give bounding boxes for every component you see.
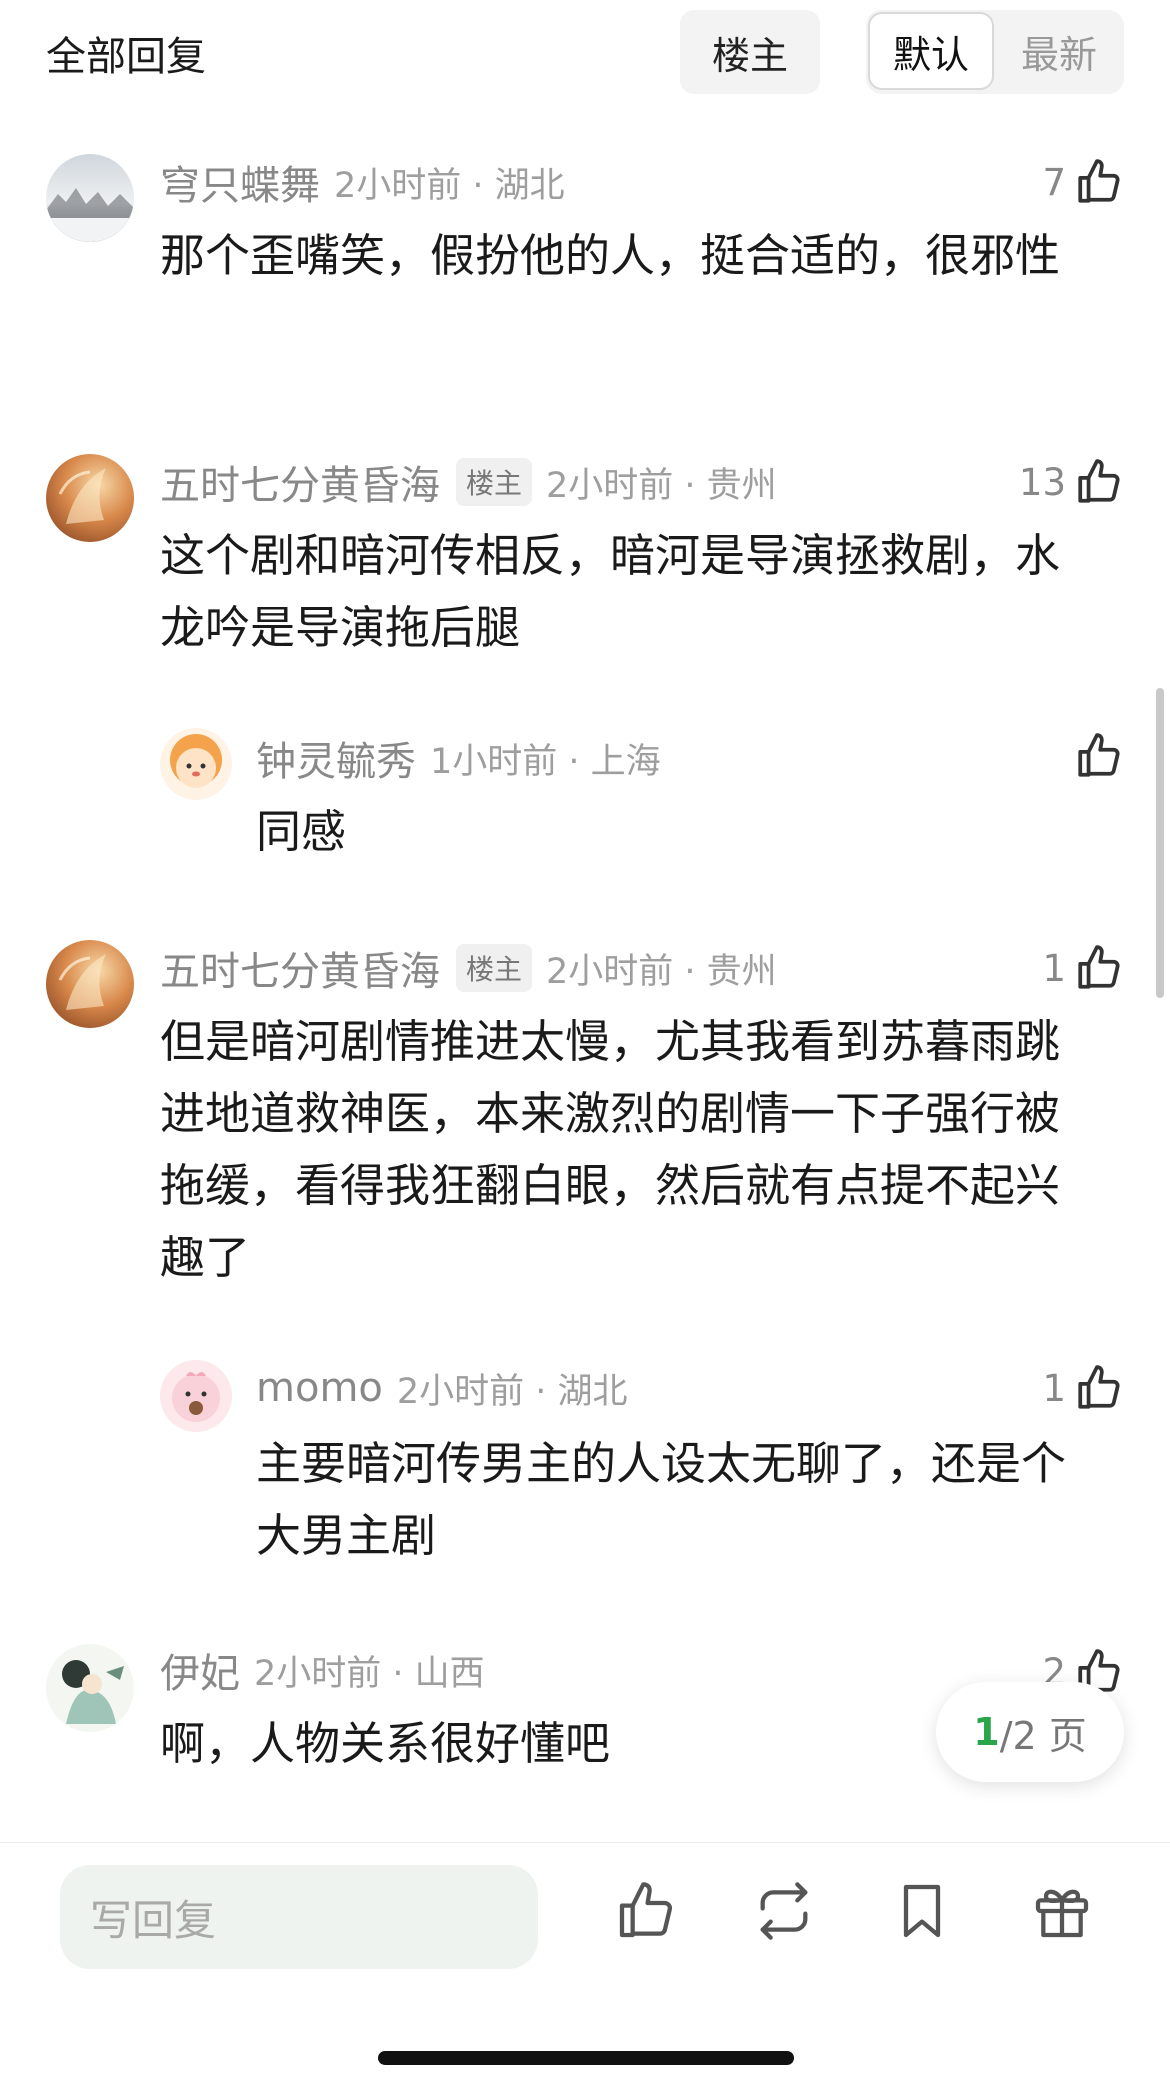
sort-latest-button[interactable]: 最新 xyxy=(996,12,1122,90)
replies-header: 全部回复 楼主 默认 最新 xyxy=(0,0,1170,110)
comment-author[interactable]: 五时七分黄昏海 xyxy=(160,453,440,511)
home-indicator xyxy=(378,2051,794,2065)
like-button[interactable]: 13 xyxy=(980,454,1124,510)
reply-input[interactable]: 写回复 xyxy=(60,1865,538,1969)
comment-text: 啊，人物关系很好懂吧 xyxy=(160,1717,611,1770)
comment-author[interactable]: 五时七分黄昏海 xyxy=(160,939,440,997)
like-button[interactable]: 1 xyxy=(980,940,1124,996)
comment-time-location: 2小时前 · 山西 xyxy=(254,1653,485,1694)
page-total: /2 页 xyxy=(999,1713,1087,1758)
scrollbar-thumb[interactable] xyxy=(1156,688,1164,998)
thumb-up-icon xyxy=(1074,943,1124,993)
comment-time-location: 2小时前 · 贵州 xyxy=(546,951,777,992)
comment-text: 主要暗河传男主的人设太无聊了，还是个大男主剧 xyxy=(256,1437,1067,1562)
like-count: 13 xyxy=(1018,460,1066,504)
page-title: 全部回复 xyxy=(46,34,206,80)
thumb-up-icon xyxy=(1074,157,1124,207)
comment-text: 但是暗河剧情推进太慢，尤其我看到苏暮雨跳进地道救神医，本来激烈的剧情一下子强行被… xyxy=(160,1015,1061,1284)
comment-time-location: 2小时前 · 湖北 xyxy=(396,1371,628,1412)
like-icon[interactable] xyxy=(614,1879,678,1943)
avatar[interactable] xyxy=(46,1644,134,1732)
comment-author[interactable]: 伊妃 xyxy=(160,1641,240,1699)
owner-only-filter-button[interactable]: 楼主 xyxy=(680,10,820,94)
sort-segmented-control: 默认 最新 xyxy=(866,10,1124,94)
thumb-up-icon xyxy=(1074,731,1124,781)
comment-text: 这个剧和暗河传相反，暗河是导演拯救剧，水龙吟是导演拖后腿 xyxy=(160,529,1061,654)
thumb-up-icon xyxy=(1074,1363,1124,1413)
comment-text: 那个歪嘴笑，假扮他的人，挺合适的，很邪性 xyxy=(160,229,1061,282)
avatar[interactable] xyxy=(46,940,134,1028)
comment-time-location: 2小时前 · 湖北 xyxy=(334,165,565,206)
gift-icon[interactable] xyxy=(1030,1879,1094,1943)
like-button[interactable]: 7 xyxy=(980,154,1124,210)
like-count: 1 xyxy=(1042,1366,1066,1410)
owner-badge: 楼主 xyxy=(456,458,533,506)
page-current: 1 xyxy=(973,1710,1000,1754)
repost-icon[interactable] xyxy=(752,1879,816,1943)
bottom-action-bar: 写回复 xyxy=(0,1842,1170,2093)
bookmark-icon[interactable] xyxy=(890,1879,954,1943)
sort-default-button[interactable]: 默认 xyxy=(868,12,994,90)
comment-author[interactable]: 钟灵毓秀 xyxy=(256,729,416,787)
like-button[interactable] xyxy=(980,728,1124,784)
avatar[interactable] xyxy=(46,454,134,542)
comment-time-location: 1小时前 · 上海 xyxy=(430,741,661,782)
page-indicator[interactable]: 1/2 页 xyxy=(936,1682,1124,1782)
avatar[interactable] xyxy=(46,154,134,242)
comment-author[interactable]: momo xyxy=(256,1365,383,1411)
like-count: 1 xyxy=(1042,946,1066,990)
like-count: 7 xyxy=(1042,160,1066,204)
comment-text: 同感 xyxy=(256,805,347,858)
like-button[interactable]: 1 xyxy=(980,1360,1124,1416)
avatar[interactable] xyxy=(160,1360,232,1432)
comment-author[interactable]: 穹只蝶舞 xyxy=(160,153,320,211)
comment-time-location: 2小时前 · 贵州 xyxy=(546,465,777,506)
thumb-up-icon xyxy=(1074,457,1124,507)
owner-badge: 楼主 xyxy=(456,944,533,992)
avatar[interactable] xyxy=(160,728,232,800)
